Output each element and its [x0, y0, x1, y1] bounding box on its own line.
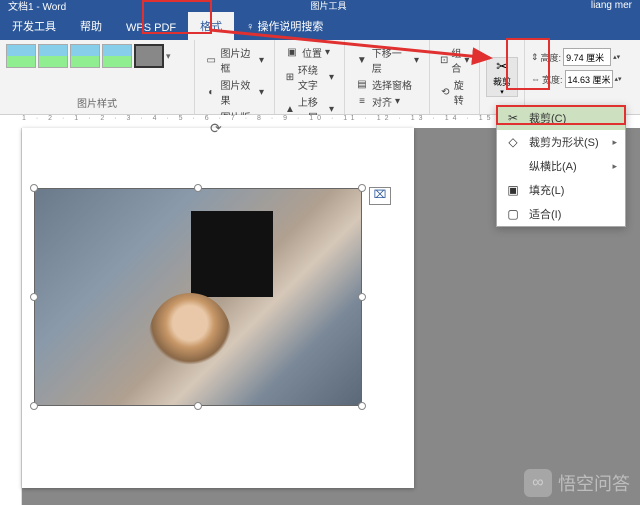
resize-handle-r[interactable] [358, 293, 366, 301]
crop-button[interactable]: ✂ 裁剪 ▾ [486, 57, 518, 97]
rotate-handle[interactable]: ⟳ [210, 120, 222, 137]
spinner-icon[interactable]: ▴▾ [615, 75, 622, 83]
crop-dropdown-menu: ✂ 裁剪(C) ◇ 裁剪为形状(S) ▸ 纵横比(A) ▸ ▣ 填充(L) ▢ … [496, 105, 626, 227]
tab-search[interactable]: ♀ 操作说明搜索 [234, 12, 335, 40]
effects-icon: ◐ [205, 85, 217, 99]
ribbon: ▾ 图片样式 ▭图片边框 ▾ ◐图片效果 ▾ ▦图片版式 ▾ ▣位置 ▾ ⊞环绕… [0, 40, 640, 115]
border-icon: ▭ [205, 53, 217, 67]
tab-help[interactable]: 帮助 [68, 12, 114, 40]
forward-icon: ▲ [285, 102, 295, 116]
position-icon: ▣ [285, 46, 299, 60]
wrap-icon: ⊞ [285, 70, 295, 84]
align-button[interactable]: ≡对齐 ▾ [351, 93, 423, 110]
menu-fill[interactable]: ▣ 填充(L) [497, 178, 625, 202]
styles-group-label: 图片样式 [6, 93, 188, 110]
style-thumb-2[interactable] [38, 44, 68, 68]
picture-border-button[interactable]: ▭图片边框 ▾ [201, 44, 268, 76]
group-button[interactable]: ⊡组合 ▾ [436, 44, 473, 76]
selection-pane-button[interactable]: ▤选择窗格 [351, 76, 423, 93]
width-icon: ⇔ [531, 74, 540, 84]
resize-handle-br[interactable] [358, 402, 366, 410]
vertical-ruler [0, 128, 22, 505]
user-name: liang mer [591, 0, 632, 11]
send-backward-button[interactable]: ▼下移一层 ▾ [351, 44, 423, 76]
resize-handle-l[interactable] [30, 293, 38, 301]
menu-crop-to-shape[interactable]: ◇ 裁剪为形状(S) ▸ [497, 130, 625, 154]
rotate-icon: ⟲ [440, 85, 451, 99]
backward-icon: ▼ [355, 53, 369, 67]
doc-title: 文档1 - Word [8, 0, 66, 13]
tab-wps[interactable]: WPS PDF [114, 16, 188, 40]
tool-context: 图片工具 [66, 0, 591, 12]
crop-icon: ✂ [505, 111, 521, 125]
menu-crop[interactable]: ✂ 裁剪(C) [497, 106, 625, 130]
rotate-button[interactable]: ⟲旋转 [436, 76, 473, 108]
resize-handle-t[interactable] [194, 184, 202, 192]
style-thumb-1[interactable] [6, 44, 36, 68]
width-row: ⇔ 宽度: ▴▾ [531, 70, 634, 88]
spinner-icon[interactable]: ▴▾ [613, 53, 620, 61]
shape-icon: ◇ [505, 135, 521, 149]
image-content [35, 189, 361, 405]
layout-options-button[interactable]: ⌧ [369, 187, 391, 205]
title-bar: 文档1 - Word 图片工具 liang mer [0, 0, 640, 10]
selected-image[interactable]: ⌧ [34, 188, 362, 406]
height-input[interactable] [563, 48, 611, 66]
height-icon: ⇕ [531, 52, 539, 63]
gallery-expand-icon[interactable]: ▾ [166, 51, 171, 62]
picture-effects-button[interactable]: ◐图片效果 ▾ [201, 76, 268, 108]
group-icon: ⊡ [440, 53, 448, 67]
style-thumb-3[interactable] [70, 44, 100, 68]
chevron-right-icon: ▸ [612, 161, 617, 172]
page[interactable]: ⟳ ⌧ [22, 128, 414, 488]
crop-icon: ✂ [496, 58, 508, 75]
menu-aspect-ratio[interactable]: 纵横比(A) ▸ [497, 154, 625, 178]
chevron-right-icon: ▸ [612, 137, 617, 148]
resize-handle-bl[interactable] [30, 402, 38, 410]
selection-icon: ▤ [355, 78, 369, 92]
wrap-text-button[interactable]: ⊞环绕文字 ▾ [281, 61, 338, 93]
position-button[interactable]: ▣位置 ▾ [281, 44, 338, 61]
fit-icon: ▢ [505, 207, 521, 221]
width-input[interactable] [565, 70, 613, 88]
tab-dev[interactable]: 开发工具 [0, 12, 68, 40]
fill-icon: ▣ [505, 183, 521, 197]
tab-format[interactable]: 格式 [188, 12, 234, 40]
menu-fit[interactable]: ▢ 适合(I) [497, 202, 625, 226]
ribbon-tabs: 开发工具 帮助 WPS PDF 格式 ♀ 操作说明搜索 [0, 10, 640, 40]
picture-styles-gallery[interactable]: ▾ [6, 44, 188, 68]
height-row: ⇕ 高度: ▴▾ [531, 48, 634, 66]
watermark: ∞ 悟空问答 [524, 469, 630, 497]
align-icon: ≡ [355, 95, 369, 109]
resize-handle-tl[interactable] [30, 184, 38, 192]
resize-handle-tr[interactable] [358, 184, 366, 192]
watermark-logo-icon: ∞ [524, 469, 552, 497]
resize-handle-b[interactable] [194, 402, 202, 410]
style-thumb-4[interactable] [102, 44, 132, 68]
style-thumb-5[interactable] [134, 44, 164, 68]
